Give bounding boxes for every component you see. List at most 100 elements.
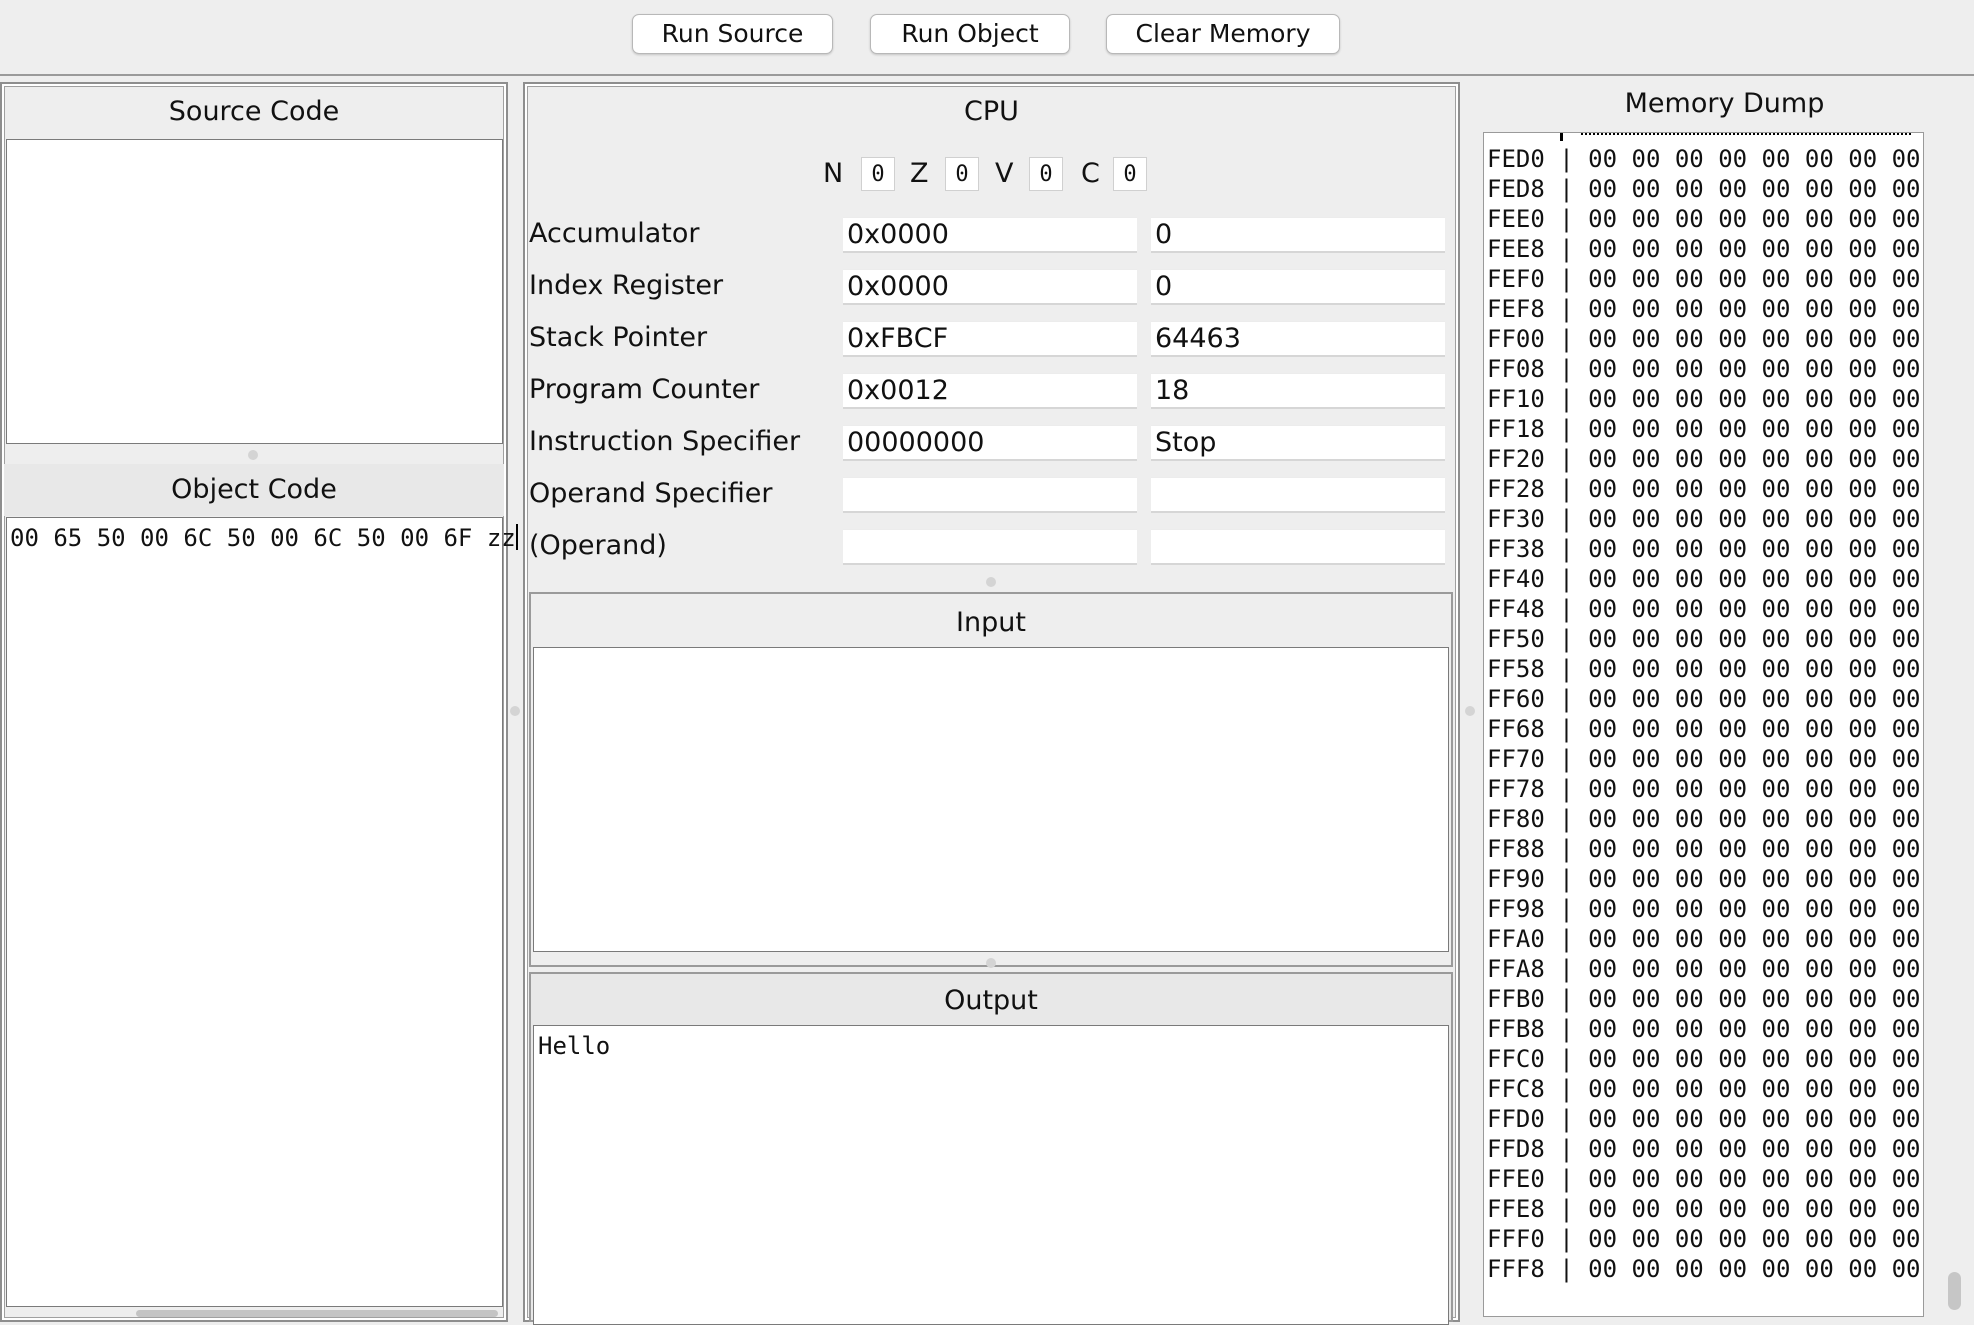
memory-address: FF28 [1487, 475, 1545, 503]
split-handle[interactable] [986, 958, 996, 968]
accumulator-dec-field: 0 [1151, 217, 1445, 253]
memory-separator: | [1544, 655, 1589, 683]
memory-row: FF40 | 00 00 00 00 00 00 00 00 [1487, 564, 1921, 594]
memory-bytes: 00 00 00 00 00 00 00 00 [1588, 565, 1921, 593]
memory-address: FFD8 [1487, 1135, 1545, 1163]
memory-row: FF68 | 00 00 00 00 00 00 00 00 [1487, 714, 1921, 744]
memory-separator: | [1544, 595, 1589, 623]
input-textarea[interactable] [533, 647, 1449, 952]
split-handle[interactable] [510, 706, 520, 716]
split-handle[interactable] [986, 577, 996, 587]
memory-address: FFF8 [1487, 1255, 1545, 1283]
memory-row: FF28 | 00 00 00 00 00 00 00 00 [1487, 474, 1921, 504]
memory-bytes: 00 00 00 00 00 00 00 00 [1588, 745, 1921, 773]
memory-row: FFA8 | 00 00 00 00 00 00 00 00 [1487, 954, 1921, 984]
program-counter-dec-field: 18 [1151, 373, 1445, 409]
operand-dec-field [1151, 529, 1445, 565]
flag-v-label: V [995, 158, 1014, 189]
memory-separator: | [1544, 745, 1589, 773]
program-counter-label: Program Counter [529, 374, 760, 405]
memory-address: FF10 [1487, 385, 1545, 413]
memory-row: FF70 | 00 00 00 00 00 00 00 00 [1487, 744, 1921, 774]
memory-bytes: 00 00 00 00 00 00 00 00 [1588, 775, 1921, 803]
memory-row: FFD0 | 00 00 00 00 00 00 00 00 [1487, 1104, 1921, 1134]
memory-bytes: 00 00 00 00 00 00 00 00 [1588, 1105, 1921, 1133]
memory-separator: | [1544, 925, 1589, 953]
split-handle[interactable] [248, 450, 258, 460]
memory-bytes: 00 00 00 00 00 00 00 00 [1588, 625, 1921, 653]
index-register-hex-field: 0x0000 [843, 269, 1137, 305]
memory-row: FF90 | 00 00 00 00 00 00 00 00 [1487, 864, 1921, 894]
memory-bytes: 00 00 00 00 00 00 00 00 [1588, 535, 1921, 563]
memory-address: FF90 [1487, 865, 1545, 893]
memory-separator: | [1544, 1015, 1589, 1043]
memory-dump-title: Memory Dump [1624, 88, 1825, 119]
memory-row: FFF8 | 00 00 00 00 00 00 00 00 [1487, 1254, 1921, 1284]
memory-bytes: 00 00 00 00 00 00 00 00 [1588, 175, 1921, 203]
memory-address: FFD0 [1487, 1105, 1545, 1133]
memory-address: FF50 [1487, 625, 1545, 653]
memory-bytes: 00 00 00 00 00 00 00 00 [1588, 505, 1921, 533]
memory-address: FF08 [1487, 355, 1545, 383]
memory-row: FED0 | 00 00 00 00 00 00 00 00 [1487, 144, 1921, 174]
memory-separator: | [1544, 475, 1589, 503]
memory-row: FF98 | 00 00 00 00 00 00 00 00 [1487, 894, 1921, 924]
source-code-title: Source Code [168, 96, 340, 127]
memory-address: FF58 [1487, 655, 1545, 683]
memory-separator: | [1544, 265, 1589, 293]
memory-separator: | [1544, 385, 1589, 413]
memory-dump-list[interactable]: FED0 | 00 00 00 00 00 00 00 00 FED8 | 00 … [1483, 132, 1924, 1317]
flag-n-label: N [823, 158, 844, 189]
memory-address: FF20 [1487, 445, 1545, 473]
memory-row: FFF0 | 00 00 00 00 00 00 00 00 [1487, 1224, 1921, 1254]
memory-bytes: 00 00 00 00 00 00 00 00 [1588, 1045, 1921, 1073]
memory-separator: | [1544, 685, 1589, 713]
accumulator-label: Accumulator [529, 218, 700, 249]
flag-c-label: C [1081, 158, 1100, 189]
memory-separator: | [1544, 1195, 1589, 1223]
memory-bytes: 00 00 00 00 00 00 00 00 [1588, 1165, 1921, 1193]
memory-separator: | [1544, 1165, 1589, 1193]
memory-row: FF20 | 00 00 00 00 00 00 00 00 [1487, 444, 1921, 474]
run-source-button[interactable]: Run Source [632, 14, 833, 54]
memory-separator: | [1544, 865, 1589, 893]
memory-separator: | [1544, 1255, 1589, 1283]
source-code-editor[interactable] [6, 139, 503, 444]
stack-pointer-hex-field: 0xFBCF [843, 321, 1137, 357]
cpu-title: CPU [964, 96, 1019, 127]
memory-address: FF38 [1487, 535, 1545, 563]
memory-address: FEF8 [1487, 295, 1545, 323]
memory-row: FFB8 | 00 00 00 00 00 00 00 00 [1487, 1014, 1921, 1044]
memory-separator: | [1544, 1105, 1589, 1133]
memory-address: FED0 [1487, 145, 1545, 173]
vertical-scrollbar[interactable] [1948, 1272, 1961, 1310]
memory-address: FEF0 [1487, 265, 1545, 293]
memory-address: FF48 [1487, 595, 1545, 623]
memory-row: FF10 | 00 00 00 00 00 00 00 00 [1487, 384, 1921, 414]
memory-address: FF40 [1487, 565, 1545, 593]
flag-n-value: 0 [861, 157, 895, 191]
object-code-text: 00 65 50 00 6C 50 00 6C 50 00 6F zz [10, 524, 516, 552]
run-object-button[interactable]: Run Object [870, 14, 1070, 54]
operand-label: (Operand) [529, 530, 667, 561]
memory-bytes: 00 00 00 00 00 00 00 00 [1588, 685, 1921, 713]
object-code-editor[interactable]: 00 65 50 00 6C 50 00 6C 50 00 6F zz [6, 517, 518, 1307]
flag-v-value: 0 [1029, 157, 1063, 191]
memory-address: FF68 [1487, 715, 1545, 743]
operand-specifier-label: Operand Specifier [529, 478, 773, 509]
clear-memory-button[interactable]: Clear Memory [1106, 14, 1340, 54]
split-handle[interactable] [1465, 706, 1475, 716]
index-register-label: Index Register [529, 270, 724, 301]
memory-address: FFA8 [1487, 955, 1545, 983]
memory-bytes: 00 00 00 00 00 00 00 00 [1588, 325, 1921, 353]
horizontal-scrollbar[interactable] [136, 1310, 498, 1317]
memory-bytes: 00 00 00 00 00 00 00 00 [1588, 655, 1921, 683]
memory-separator: | [1544, 505, 1589, 533]
instruction-specifier-label: Instruction Specifier [529, 426, 801, 457]
memory-bytes: 00 00 00 00 00 00 00 00 [1588, 235, 1921, 263]
memory-address: FFB8 [1487, 1015, 1545, 1043]
memory-separator: | [1544, 1075, 1589, 1103]
output-textarea[interactable]: Hello [533, 1025, 1449, 1325]
memory-address: FEE0 [1487, 205, 1545, 233]
memory-bytes: 00 00 00 00 00 00 00 00 [1588, 715, 1921, 743]
